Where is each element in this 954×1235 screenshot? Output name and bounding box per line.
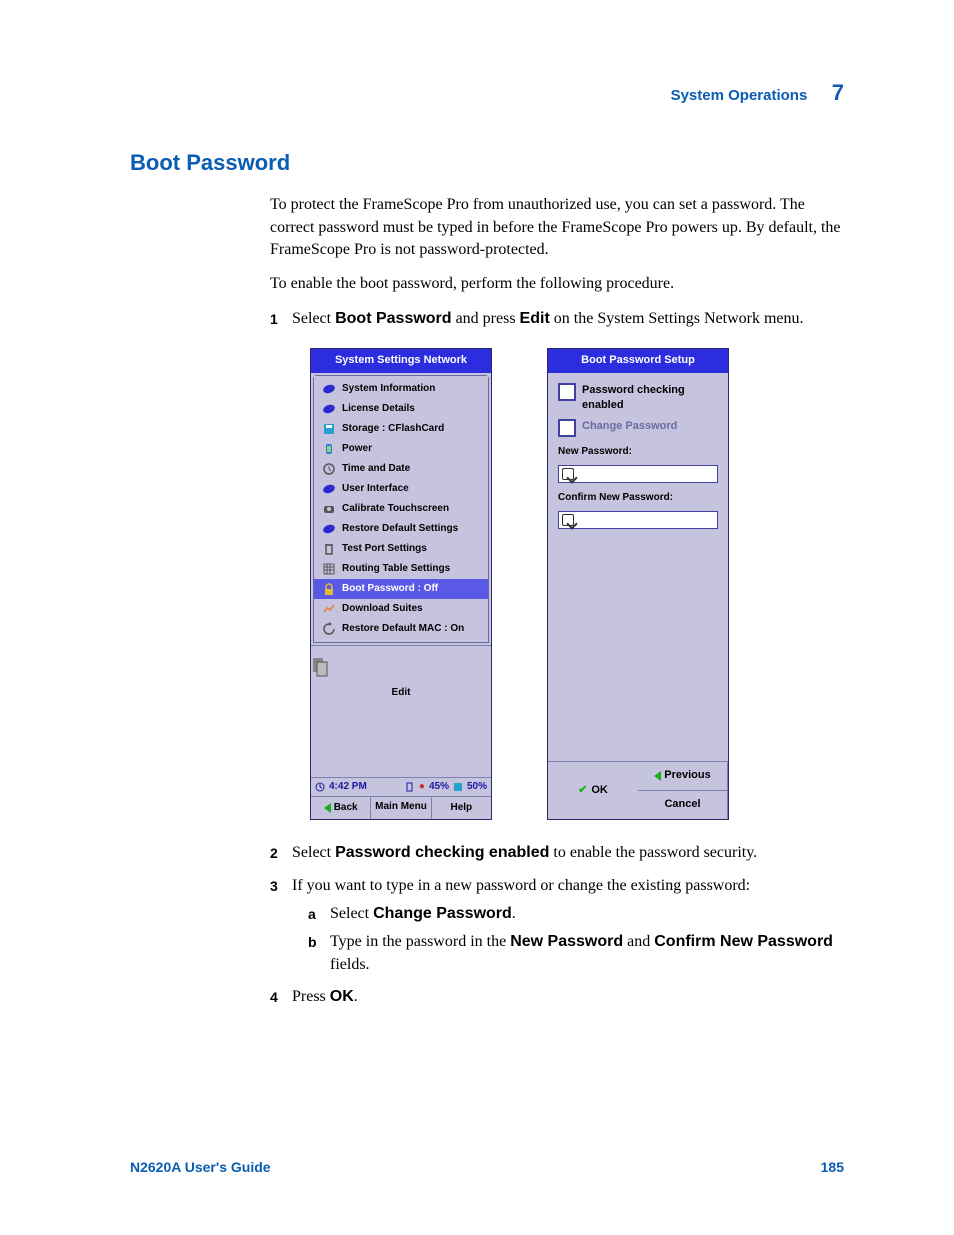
step-4: 4 Press OK. — [270, 986, 844, 1008]
list-item[interactable]: Calibrate Touchscreen — [314, 499, 488, 519]
page-header: System Operations 7 — [671, 80, 844, 106]
intro-para-1: To protect the FrameScope Pro from unaut… — [270, 194, 844, 261]
ok-button[interactable]: ✔OK — [548, 762, 638, 819]
list-item[interactable]: User Interface — [314, 479, 488, 499]
list-item[interactable]: Download Suites — [314, 599, 488, 619]
help-button[interactable]: Help — [432, 797, 491, 819]
info-icon — [322, 382, 336, 396]
screen-system-settings: System Settings Network System Informati… — [310, 348, 492, 820]
back-button[interactable]: Back — [311, 797, 371, 819]
edit-button[interactable]: Edit — [311, 686, 491, 700]
screen1-edit-area: Edit — [311, 645, 491, 778]
label-new-password: New Password: — [558, 445, 718, 459]
screen2-title: Boot Password Setup — [548, 349, 728, 372]
screen2-buttonbar: Previous ✔OK Cancel — [548, 761, 728, 819]
cancel-button[interactable]: Cancel — [638, 791, 728, 819]
step-3a: a Select Change Password. — [308, 903, 844, 925]
battery-icon — [405, 782, 415, 792]
routing-icon — [322, 562, 336, 576]
header-chapter: 7 — [832, 80, 844, 105]
checkbox-icon[interactable] — [558, 383, 576, 401]
screen1-statusbar: 4:42 PM ● 45% 50% — [311, 777, 491, 796]
previous-button[interactable]: Previous — [638, 762, 728, 790]
lock-icon — [322, 582, 336, 596]
substep-marker: b — [308, 933, 317, 953]
list-item-selected[interactable]: Boot Password : Off — [314, 579, 488, 599]
list-item[interactable]: Restore Default MAC : On — [314, 619, 488, 639]
step-marker: 3 — [270, 877, 278, 897]
card-icon — [453, 782, 463, 792]
checkbox-icon[interactable] — [558, 419, 576, 437]
screenshots-row: System Settings Network System Informati… — [310, 348, 844, 820]
step-3b: b Type in the password in the New Passwo… — [308, 931, 844, 976]
input-confirm-password[interactable] — [558, 511, 718, 529]
checkbox-row-pwd-enabled[interactable]: Password checking enabled — [558, 383, 718, 414]
list-item[interactable]: Power — [314, 439, 488, 459]
screen1-list: System Information License Details Stora… — [314, 376, 488, 642]
list-item[interactable]: Storage : CFlashCard — [314, 419, 488, 439]
main-menu-button[interactable]: Main Menu — [371, 797, 431, 819]
keyboard-icon — [562, 468, 574, 480]
list-item[interactable]: System Information — [314, 379, 488, 399]
label-confirm-password: Confirm New Password: — [558, 491, 718, 505]
step-marker: 4 — [270, 988, 278, 1008]
footer-page: 185 — [821, 1159, 844, 1175]
power-icon — [322, 442, 336, 456]
screen1-title: System Settings Network — [311, 349, 491, 372]
edit-icon — [311, 656, 329, 680]
header-section: System Operations — [671, 87, 808, 104]
restore-icon — [322, 522, 336, 536]
section-title: Boot Password — [130, 150, 844, 176]
step-marker: 2 — [270, 844, 278, 864]
ui-icon — [322, 482, 336, 496]
footer-guide: N2620A User's Guide — [130, 1159, 271, 1175]
port-icon — [322, 542, 336, 556]
step-3: 3 If you want to type in a new password … — [270, 875, 844, 977]
status-pct2: 50% — [467, 780, 487, 794]
license-icon — [322, 402, 336, 416]
step-1: 1 Select Boot Password and press Edit on… — [270, 308, 844, 820]
status-pct1: 45% — [429, 780, 449, 794]
status-time: 4:42 PM — [329, 780, 367, 794]
storage-icon — [322, 422, 336, 436]
input-new-password[interactable] — [558, 465, 718, 483]
clock-icon — [315, 782, 325, 792]
list-item[interactable]: Test Port Settings — [314, 539, 488, 559]
keyboard-icon — [562, 514, 574, 526]
list-item[interactable]: Restore Default Settings — [314, 519, 488, 539]
mac-icon — [322, 622, 336, 636]
screen1-buttonbar: Back Main Menu Help — [311, 796, 491, 819]
calibrate-icon — [322, 502, 336, 516]
intro-para-2: To enable the boot password, perform the… — [270, 273, 844, 295]
list-item[interactable]: License Details — [314, 399, 488, 419]
screen-boot-password-setup: Boot Password Setup Password checking en… — [547, 348, 729, 820]
page-footer: N2620A User's Guide 185 — [130, 1159, 844, 1175]
step-marker: 1 — [270, 310, 278, 330]
substep-marker: a — [308, 905, 316, 925]
list-item[interactable]: Routing Table Settings — [314, 559, 488, 579]
download-icon — [322, 602, 336, 616]
checkbox-row-change-pwd[interactable]: Change Password — [558, 419, 718, 437]
step-2: 2 Select Password checking enabled to en… — [270, 842, 844, 864]
list-item[interactable]: Time and Date — [314, 459, 488, 479]
clock-icon — [322, 462, 336, 476]
